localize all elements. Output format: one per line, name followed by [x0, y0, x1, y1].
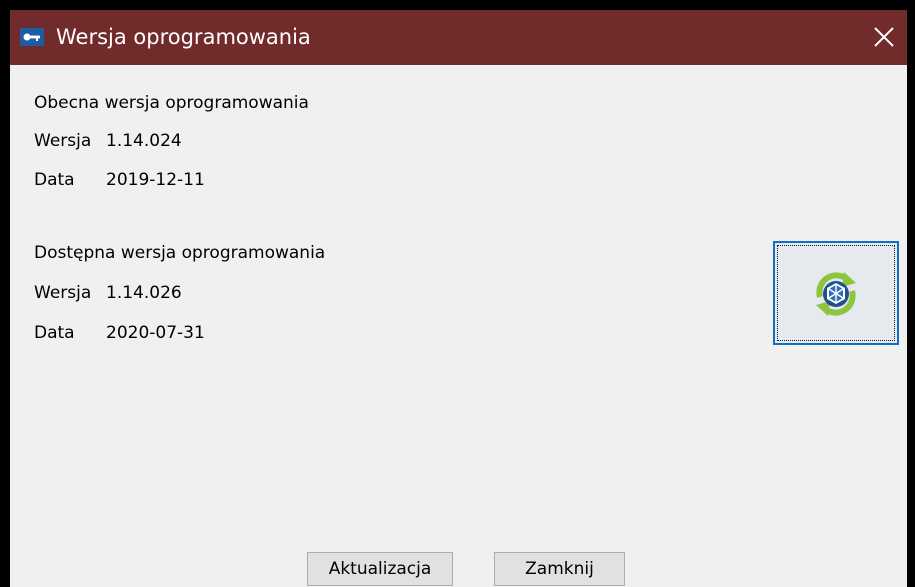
title-bar: Wersja oprogramowania	[10, 10, 907, 65]
current-version-label: Wersja	[34, 131, 92, 151]
current-version-value: 1.14.024	[106, 131, 182, 151]
key-icon	[20, 28, 44, 46]
window-title: Wersja oprogramowania	[56, 25, 311, 49]
available-date-value: 2020-07-31	[106, 323, 205, 343]
available-date-label: Data	[34, 323, 75, 343]
close-button[interactable]: Zamknij	[494, 552, 625, 586]
dialog-content: Obecna wersja oprogramowania Wersja 1.14…	[10, 65, 907, 587]
current-date-label: Data	[34, 170, 75, 190]
available-version-heading: Dostępna wersja oprogramowania	[34, 243, 326, 263]
software-version-dialog: Wersja oprogramowania Obecna wersja opro…	[10, 10, 907, 587]
current-version-heading: Obecna wersja oprogramowania	[34, 93, 309, 113]
close-window-button[interactable]	[861, 10, 907, 65]
check-update-icon-button[interactable]	[773, 241, 899, 345]
available-version-label: Wersja	[34, 283, 92, 303]
current-date-value: 2019-12-11	[106, 170, 205, 190]
available-version-value: 1.14.026	[106, 283, 182, 303]
update-button[interactable]: Aktualizacja	[307, 552, 453, 586]
